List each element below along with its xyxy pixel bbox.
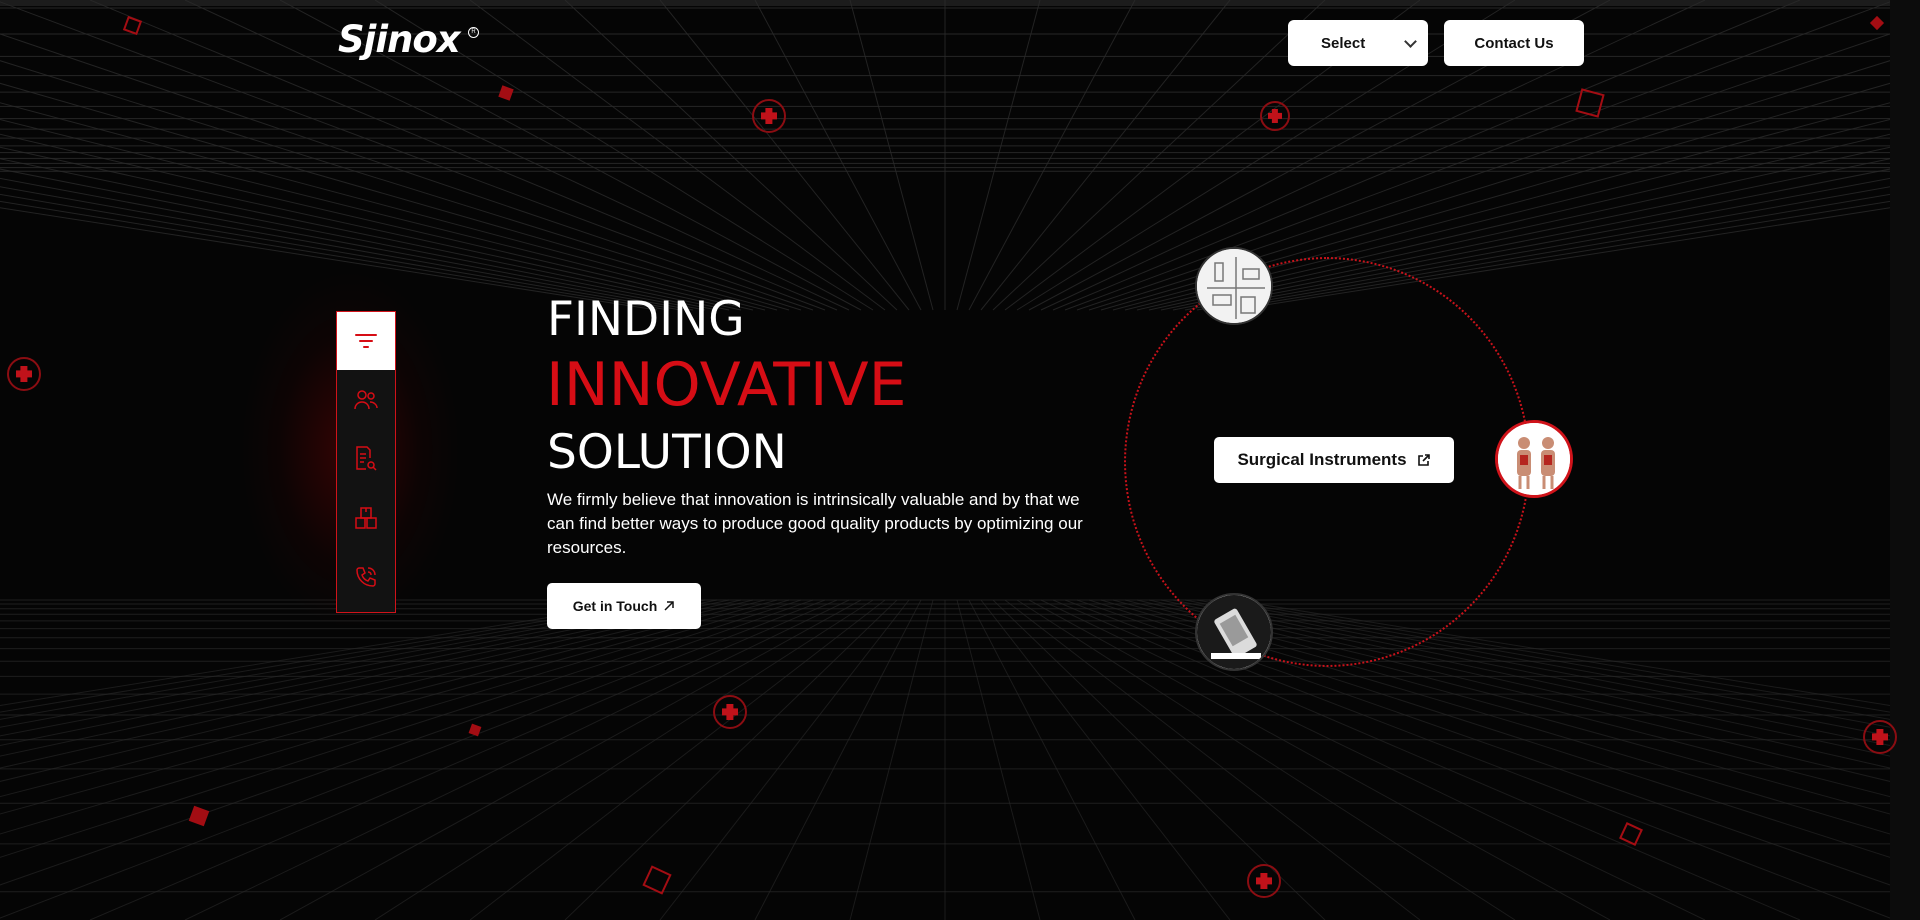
hero-heading-line3: SOLUTION: [547, 425, 787, 480]
category-label: Surgical Instruments: [1237, 450, 1407, 469]
get-in-touch-button[interactable]: Get in Touch: [547, 583, 701, 629]
select-dropdown[interactable]: Select: [1288, 20, 1428, 66]
logo[interactable]: Sjinox: [338, 18, 461, 61]
external-link-icon: [1417, 454, 1430, 466]
side-nav-item-contact[interactable]: [337, 548, 395, 606]
side-nav-item-products[interactable]: [337, 489, 395, 547]
hero-heading-line2: INNOVATIVE: [546, 350, 907, 420]
scrollbar-track[interactable]: [1890, 0, 1920, 920]
medical-cross-icon: [1260, 101, 1290, 131]
select-label: Select: [1321, 34, 1366, 52]
hero-heading-line1: FINDING: [547, 292, 745, 347]
chevron-down-icon: [1404, 35, 1417, 48]
surgical-instruments-button[interactable]: Surgical Instruments: [1214, 437, 1454, 483]
medical-cross-icon: [752, 99, 786, 133]
hero-description: We firmly believe that innovation is int…: [547, 490, 1083, 557]
registered-mark: R: [468, 27, 479, 38]
side-nav-item-documents[interactable]: [337, 430, 395, 488]
document-search-icon: [356, 446, 377, 471]
side-nav-item-filter[interactable]: [337, 312, 395, 370]
side-nav: [336, 311, 396, 613]
boxes-icon: [355, 507, 377, 529]
contact-us-button[interactable]: Contact Us: [1444, 20, 1584, 66]
device-thumbnail[interactable]: [1195, 593, 1273, 671]
instrument-set-thumbnail[interactable]: [1195, 247, 1273, 325]
medical-cross-icon: [1247, 864, 1281, 898]
side-nav-item-users[interactable]: [337, 371, 395, 429]
filter-icon: [355, 334, 377, 348]
get-in-touch-label: Get in Touch: [572, 598, 658, 614]
medical-cross-icon: [7, 357, 41, 391]
medical-cross-icon: [713, 695, 747, 729]
anatomy-model-thumbnail[interactable]: [1495, 420, 1573, 498]
medical-cross-icon: [1863, 720, 1897, 754]
phone-icon: [356, 567, 376, 587]
users-icon: [354, 390, 378, 410]
arrow-up-right-icon: [664, 601, 674, 611]
